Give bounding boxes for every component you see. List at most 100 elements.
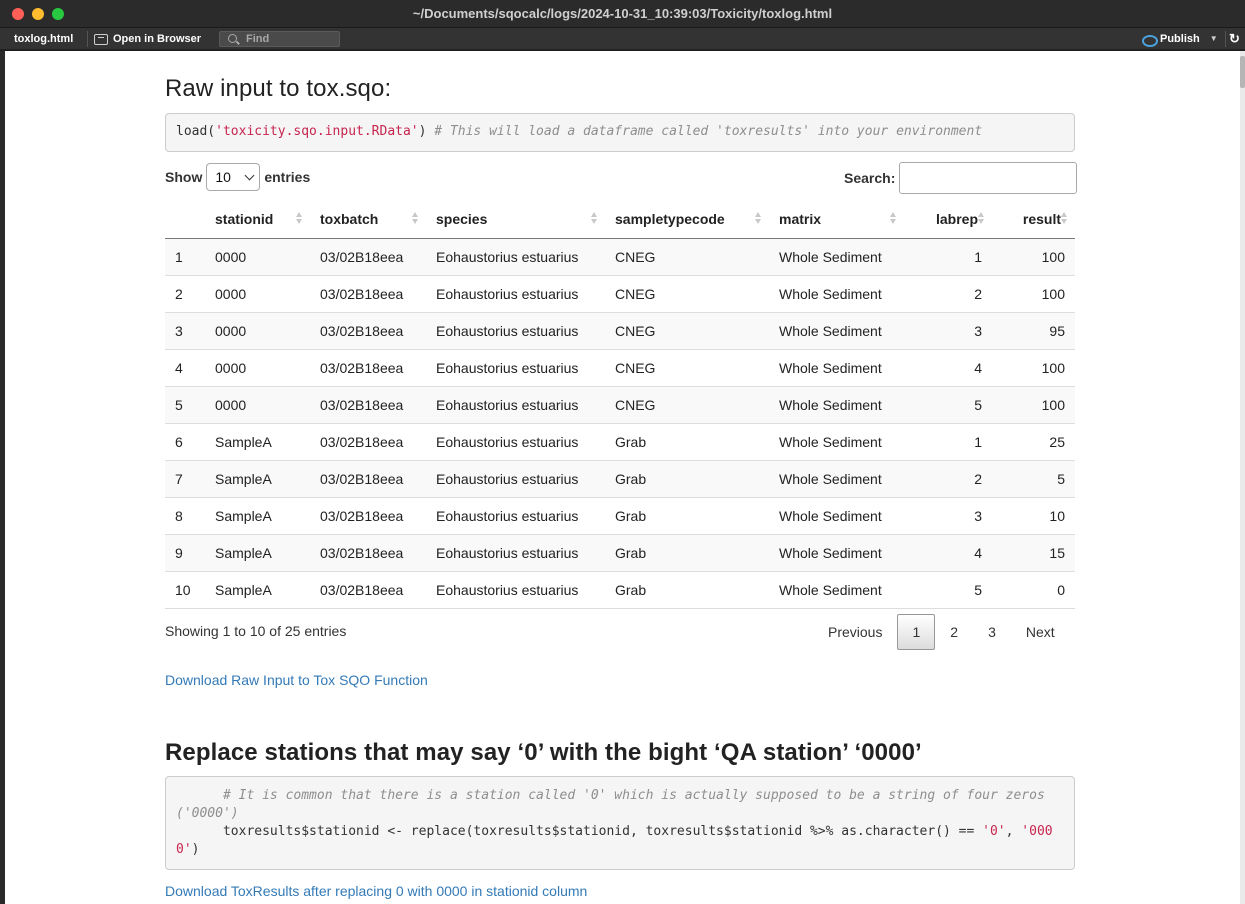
- chevron-down-icon: [244, 170, 255, 180]
- cell-sampletypecode: Grab: [605, 571, 769, 609]
- section-title-text: Replace stations that may say ‘0’ with t…: [165, 739, 922, 766]
- cell-toxbatch: 03/02B18eea: [310, 534, 426, 572]
- publish-label: Publish: [1160, 33, 1200, 45]
- cell-result: 100: [992, 275, 1075, 313]
- column-header-label: labrep: [935, 210, 978, 227]
- search-input[interactable]: [899, 162, 1078, 194]
- code-string: '0': [982, 824, 1006, 839]
- refresh-icon[interactable]: ↻: [1229, 30, 1240, 48]
- code-text: ): [418, 124, 435, 139]
- table-row[interactable]: 9 SampleA 03/02B18eea Eohaustorius estuariu…: [165, 534, 1075, 572]
- code-string: 'toxicity.sqo.input.RData': [215, 124, 419, 139]
- download-raw-input-link[interactable]: Download Raw Input to Tox SQO Function: [165, 672, 428, 688]
- table-row[interactable]: 5 0000 03/02B18eea Eohaustorius estuarius CN…: [165, 386, 1075, 424]
- cell-matrix: Whole Sediment: [769, 497, 904, 535]
- cell-species: Eohaustorius estuarius: [426, 460, 605, 498]
- search-label: Search:: [844, 170, 896, 186]
- code-string: 0': [176, 842, 192, 857]
- column-header-labrep[interactable]: labrep: [904, 200, 992, 239]
- show-label: Show: [165, 169, 203, 185]
- cell-rownum: 2: [165, 275, 205, 313]
- sort-icon: [412, 212, 418, 226]
- code-block-replace: # It is common that there is a station c…: [165, 776, 1075, 870]
- cell-species: Eohaustorius estuarius: [426, 497, 605, 535]
- cell-matrix: Whole Sediment: [769, 312, 904, 350]
- cell-rownum: 4: [165, 349, 205, 387]
- toolbar-divider: [87, 31, 88, 47]
- column-header-label: matrix: [779, 210, 822, 227]
- table-row[interactable]: 3 0000 03/02B18eea Eohaustorius estuarius CN…: [165, 312, 1075, 350]
- entries-length-control: Show 10 entries: [165, 163, 310, 191]
- page-button-2[interactable]: 2: [935, 614, 973, 650]
- cell-species: Eohaustorius estuarius: [426, 312, 605, 350]
- cell-stationid: 0000: [205, 275, 310, 313]
- cell-labrep: 5: [904, 571, 992, 609]
- cell-sampletypecode: Grab: [605, 423, 769, 461]
- page-button-1[interactable]: 1: [897, 614, 936, 650]
- cell-rownum: 1: [165, 238, 205, 276]
- cell-rownum: 6: [165, 423, 205, 461]
- column-header-matrix[interactable]: matrix: [769, 200, 904, 239]
- entries-select[interactable]: 10: [206, 163, 261, 191]
- previous-page-button[interactable]: Previous: [813, 614, 897, 650]
- cell-matrix: Whole Sediment: [769, 460, 904, 498]
- file-tab[interactable]: toxlog.html: [6, 30, 81, 48]
- cell-stationid: 0000: [205, 312, 310, 350]
- cell-toxbatch: 03/02B18eea: [310, 238, 426, 276]
- table-search: Search:: [844, 162, 1078, 194]
- column-header-toxbatch[interactable]: toxbatch: [310, 200, 426, 239]
- find-input[interactable]: Find: [219, 31, 340, 47]
- table-row[interactable]: 10 SampleA 03/02B18eea Eohaustorius estuari…: [165, 571, 1075, 609]
- code-line-comment-cont: ('0000'): [176, 805, 1064, 823]
- cell-result: 10: [992, 497, 1075, 535]
- toolbar-divider: [1225, 31, 1226, 47]
- cell-result: 0: [992, 571, 1075, 609]
- table-row[interactable]: 8 SampleA 03/02B18eea Eohaustorius estuariu…: [165, 497, 1075, 535]
- scrollbar-thumb[interactable]: [1240, 56, 1245, 88]
- cell-result: 100: [992, 349, 1075, 387]
- table-row[interactable]: 1 0000 03/02B18eea Eohaustorius estuarius CN…: [165, 238, 1075, 276]
- table-row[interactable]: 4 0000 03/02B18eea Eohaustorius estuarius CN…: [165, 349, 1075, 387]
- cell-sampletypecode: CNEG: [605, 275, 769, 313]
- column-header-sampletypecode[interactable]: sampletypecode: [605, 200, 769, 239]
- cell-toxbatch: 03/02B18eea: [310, 386, 426, 424]
- column-header-species[interactable]: species: [426, 200, 605, 239]
- column-header-stationid[interactable]: stationid: [205, 200, 310, 239]
- column-header-result[interactable]: result: [992, 200, 1075, 239]
- code-comment: # It is common that there is a station c…: [222, 788, 1045, 803]
- cell-stationid: SampleA: [205, 497, 310, 535]
- entries-label: entries: [264, 169, 311, 185]
- table-row[interactable]: 7 SampleA 03/02B18eea Eohaustorius estuariu…: [165, 460, 1075, 498]
- cell-rownum: 8: [165, 497, 205, 535]
- cell-sampletypecode: Grab: [605, 497, 769, 535]
- publish-button[interactable]: Publish ▼: [1142, 30, 1218, 48]
- cell-labrep: 4: [904, 349, 992, 387]
- page-button-3[interactable]: 3: [973, 614, 1011, 650]
- table-row[interactable]: 2 0000 03/02B18eea Eohaustorius estuarius CN…: [165, 275, 1075, 313]
- download-toxresults-link[interactable]: Download ToxResults after replacing 0 wi…: [165, 883, 587, 899]
- sort-icon: [890, 212, 896, 226]
- cell-toxbatch: 03/02B18eea: [310, 349, 426, 387]
- column-header-label: toxbatch: [320, 210, 379, 227]
- search-icon: [228, 34, 237, 43]
- cell-toxbatch: 03/02B18eea: [310, 312, 426, 350]
- cell-matrix: Whole Sediment: [769, 571, 904, 609]
- table-header-row: stationid toxbatch species sampletypecod…: [165, 200, 1075, 239]
- table-row[interactable]: 6 SampleA 03/02B18eea Eohaustorius estuariu…: [165, 423, 1075, 461]
- chevron-down-icon[interactable]: ▼: [1210, 30, 1218, 48]
- open-in-browser-button[interactable]: Open in Browser: [94, 30, 201, 48]
- column-header-label: sampletypecode: [615, 210, 725, 227]
- scrollbar[interactable]: [1240, 51, 1245, 904]
- cell-labrep: 2: [904, 275, 992, 313]
- cell-stationid: 0000: [205, 349, 310, 387]
- next-page-button[interactable]: Next: [1011, 614, 1070, 650]
- cell-stationid: SampleA: [205, 460, 310, 498]
- html-viewer-content: Raw input to tox.sqo: load('toxicity.sqo…: [5, 51, 1240, 904]
- cell-sampletypecode: CNEG: [605, 312, 769, 350]
- cell-labrep: 3: [904, 497, 992, 535]
- entries-select-value: 10: [215, 169, 231, 185]
- sort-icon: [591, 212, 597, 226]
- cell-stationid: 0000: [205, 386, 310, 424]
- publish-icon: [1142, 33, 1158, 47]
- sort-icon: [1061, 212, 1067, 226]
